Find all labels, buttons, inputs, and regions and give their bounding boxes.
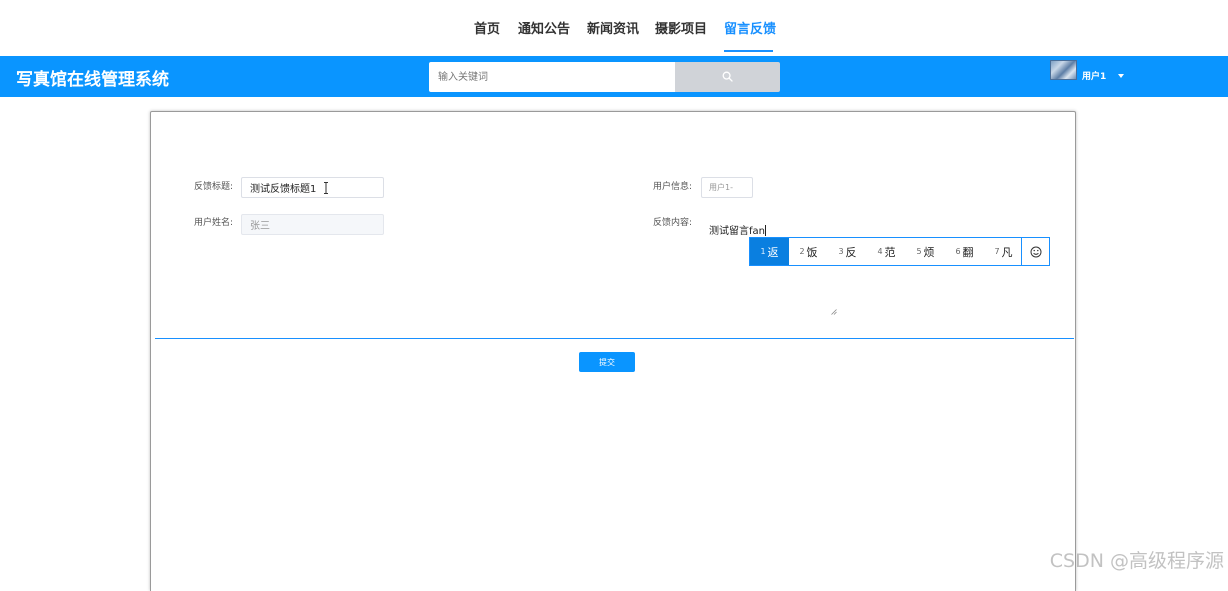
form-divider xyxy=(155,338,1074,339)
feedback-content-label: 反馈内容: xyxy=(653,218,693,228)
feedback-content-textarea[interactable]: 测试留言fan xyxy=(709,222,766,237)
ime-candidate[interactable]: 4范 xyxy=(867,238,906,265)
ime-candidate[interactable]: 1返 xyxy=(750,238,789,265)
header-bar: 写真馆在线管理系统 用户1 xyxy=(0,56,1228,97)
textarea-resize-handle-icon[interactable] xyxy=(831,309,837,315)
feedback-content-text: 测试留言fan xyxy=(709,226,765,237)
feedback-form-card: 反馈标题: 用户信息: 用户姓名: 反馈内容: 测试留言fan 1返 2饭 3反… xyxy=(150,111,1076,591)
ime-candidate[interactable]: 3反 xyxy=(828,238,867,265)
nav-item-news[interactable]: 新闻资讯 xyxy=(587,18,639,37)
emoji-button[interactable] xyxy=(1021,238,1050,265)
text-cursor-icon xyxy=(324,182,328,194)
user-info-input[interactable] xyxy=(701,177,753,198)
nav-item-home[interactable]: 首页 xyxy=(474,18,500,37)
user-name-input[interactable] xyxy=(241,214,384,235)
smiley-icon xyxy=(1030,246,1042,257)
user-info-label: 用户信息: xyxy=(653,182,693,192)
feedback-title-label: 反馈标题: xyxy=(194,182,234,192)
nav-item-photo-projects[interactable]: 摄影项目 xyxy=(655,18,707,37)
nav-item-notices[interactable]: 通知公告 xyxy=(518,18,570,37)
avatar[interactable] xyxy=(1050,60,1077,80)
nav-item-feedback[interactable]: 留言反馈 xyxy=(724,18,776,37)
search-input[interactable] xyxy=(429,62,675,92)
search-button[interactable] xyxy=(675,62,780,92)
search-icon xyxy=(722,71,733,82)
site-title: 写真馆在线管理系统 xyxy=(16,70,169,90)
user-name-label: 用户姓名: xyxy=(194,218,234,228)
nav-active-underline xyxy=(724,50,773,52)
watermark: CSDN @高级程序源 xyxy=(1049,550,1224,572)
ime-candidate-bar: 1返 2饭 3反 4范 5烦 6翻 7凡 xyxy=(749,237,1050,266)
ime-candidate[interactable]: 7凡 xyxy=(984,238,1023,265)
feedback-title-input[interactable] xyxy=(241,177,384,198)
ime-candidate[interactable]: 2饭 xyxy=(789,238,828,265)
user-name[interactable]: 用户1 xyxy=(1082,69,1106,82)
chevron-down-icon[interactable] xyxy=(1118,74,1124,78)
submit-button[interactable]: 提交 xyxy=(579,352,635,372)
ime-candidate[interactable]: 6翻 xyxy=(945,238,984,265)
text-caret xyxy=(765,225,766,236)
top-navigation: 首页 通知公告 新闻资讯 摄影项目 留言反馈 xyxy=(0,0,1228,56)
ime-candidate[interactable]: 5烦 xyxy=(906,238,945,265)
